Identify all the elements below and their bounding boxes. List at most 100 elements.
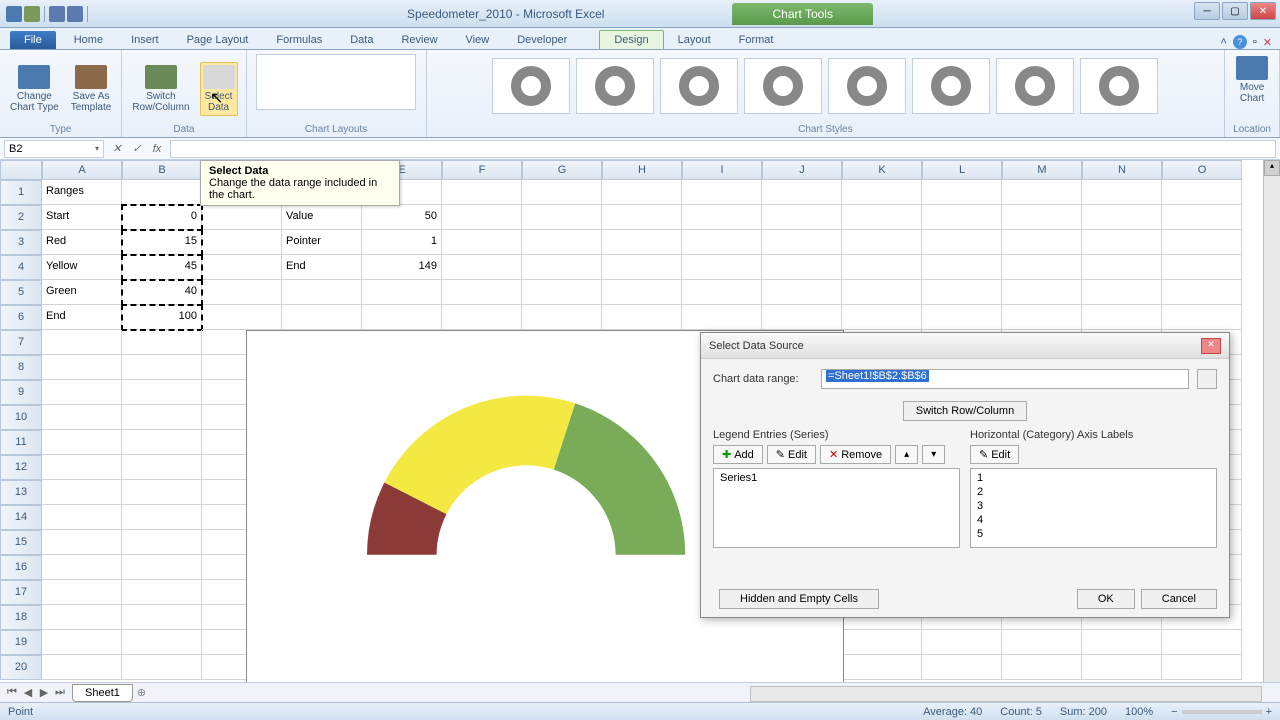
cell[interactable] (122, 630, 202, 655)
save-as-template-button[interactable]: Save As Template (69, 63, 114, 115)
cell[interactable] (922, 655, 1002, 680)
cell[interactable] (122, 330, 202, 355)
ok-button[interactable]: OK (1077, 589, 1135, 609)
cell[interactable] (42, 455, 122, 480)
row-header[interactable]: 6 (0, 305, 42, 330)
cell[interactable] (1162, 230, 1242, 255)
restore-window-icon[interactable]: ▫ (1253, 36, 1257, 48)
cell[interactable] (1002, 230, 1082, 255)
cell[interactable] (1082, 180, 1162, 205)
cell[interactable] (842, 205, 922, 230)
row-header[interactable]: 17 (0, 580, 42, 605)
cell[interactable] (842, 230, 922, 255)
cell[interactable] (762, 255, 842, 280)
cell[interactable] (762, 230, 842, 255)
row-header[interactable]: 20 (0, 655, 42, 680)
cell[interactable] (1002, 655, 1082, 680)
tab-home[interactable]: Home (60, 31, 117, 49)
cell[interactable] (202, 305, 282, 330)
cell[interactable] (682, 205, 762, 230)
chart-style-item[interactable] (996, 58, 1074, 114)
column-header[interactable]: I (682, 160, 762, 180)
row-header[interactable]: 16 (0, 555, 42, 580)
row-header[interactable]: 19 (0, 630, 42, 655)
cell[interactable] (122, 405, 202, 430)
column-header[interactable]: O (1162, 160, 1242, 180)
cell[interactable] (762, 305, 842, 330)
cell[interactable]: Ranges (42, 180, 122, 205)
last-sheet-icon[interactable]: ⏭ (52, 686, 68, 699)
redo-icon[interactable] (67, 6, 83, 22)
cell[interactable] (1162, 630, 1242, 655)
cell[interactable] (202, 280, 282, 305)
column-header[interactable]: J (762, 160, 842, 180)
tab-data[interactable]: Data (336, 31, 387, 49)
file-tab[interactable]: File (10, 31, 56, 49)
cell[interactable]: 1 (362, 230, 442, 255)
cell[interactable] (682, 230, 762, 255)
cell[interactable] (42, 630, 122, 655)
cell[interactable] (122, 580, 202, 605)
row-header[interactable]: 1 (0, 180, 42, 205)
dialog-close-button[interactable]: ✕ (1201, 338, 1221, 354)
column-header[interactable]: H (602, 160, 682, 180)
cell[interactable]: Start (42, 205, 122, 230)
cell[interactable] (442, 280, 522, 305)
cell[interactable] (762, 205, 842, 230)
cell[interactable] (1002, 305, 1082, 330)
dialog-titlebar[interactable]: Select Data Source ✕ (701, 333, 1229, 359)
row-header[interactable]: 10 (0, 405, 42, 430)
cell[interactable] (522, 205, 602, 230)
cell[interactable]: End (42, 305, 122, 330)
cell[interactable] (922, 205, 1002, 230)
horizontal-scrollbar[interactable] (750, 686, 1262, 702)
vertical-scrollbar[interactable]: ▴ (1263, 160, 1280, 682)
cell[interactable] (1002, 280, 1082, 305)
collapse-dialog-icon[interactable] (1197, 369, 1217, 389)
cell[interactable]: 149 (362, 255, 442, 280)
cell[interactable] (522, 255, 602, 280)
cell[interactable] (42, 605, 122, 630)
cell[interactable] (602, 180, 682, 205)
tab-review[interactable]: Review (387, 31, 451, 49)
cell[interactable] (1002, 255, 1082, 280)
zoom-in-icon[interactable]: + (1266, 706, 1272, 718)
cell[interactable] (202, 205, 282, 230)
cell[interactable] (762, 180, 842, 205)
cell[interactable] (202, 230, 282, 255)
move-down-icon[interactable]: ▾ (922, 445, 945, 464)
cell[interactable]: Red (42, 230, 122, 255)
minimize-ribbon-icon[interactable]: ˄ (1220, 36, 1226, 48)
row-header[interactable]: 9 (0, 380, 42, 405)
cell[interactable] (602, 255, 682, 280)
cell[interactable] (842, 305, 922, 330)
cell[interactable] (922, 180, 1002, 205)
categories-list[interactable]: 1 2 3 4 5 (970, 468, 1217, 548)
maximize-button[interactable]: ▢ (1222, 2, 1248, 20)
sheet-tab[interactable]: Sheet1 (72, 684, 133, 702)
cell[interactable] (122, 480, 202, 505)
cell[interactable] (1082, 630, 1162, 655)
cell[interactable] (1002, 180, 1082, 205)
formula-input[interactable] (170, 140, 1276, 158)
cell[interactable]: 50 (362, 205, 442, 230)
new-sheet-icon[interactable]: ⊕ (137, 686, 146, 699)
cell[interactable] (922, 280, 1002, 305)
cell[interactable] (42, 380, 122, 405)
cell[interactable]: Value (282, 205, 362, 230)
cell[interactable] (842, 630, 922, 655)
zoom-out-icon[interactable]: − (1171, 706, 1177, 718)
select-all-corner[interactable] (0, 160, 42, 180)
prev-sheet-icon[interactable]: ◀ (20, 686, 36, 699)
tab-developer[interactable]: Developer (503, 31, 581, 49)
cell[interactable] (682, 180, 762, 205)
cell[interactable] (1162, 280, 1242, 305)
name-box[interactable]: B2 (4, 140, 104, 158)
row-header[interactable]: 12 (0, 455, 42, 480)
cell[interactable] (122, 355, 202, 380)
row-header[interactable]: 18 (0, 605, 42, 630)
chart-style-item[interactable] (912, 58, 990, 114)
column-header[interactable]: M (1002, 160, 1082, 180)
cell[interactable]: 45 (122, 255, 202, 280)
cell[interactable] (42, 655, 122, 680)
